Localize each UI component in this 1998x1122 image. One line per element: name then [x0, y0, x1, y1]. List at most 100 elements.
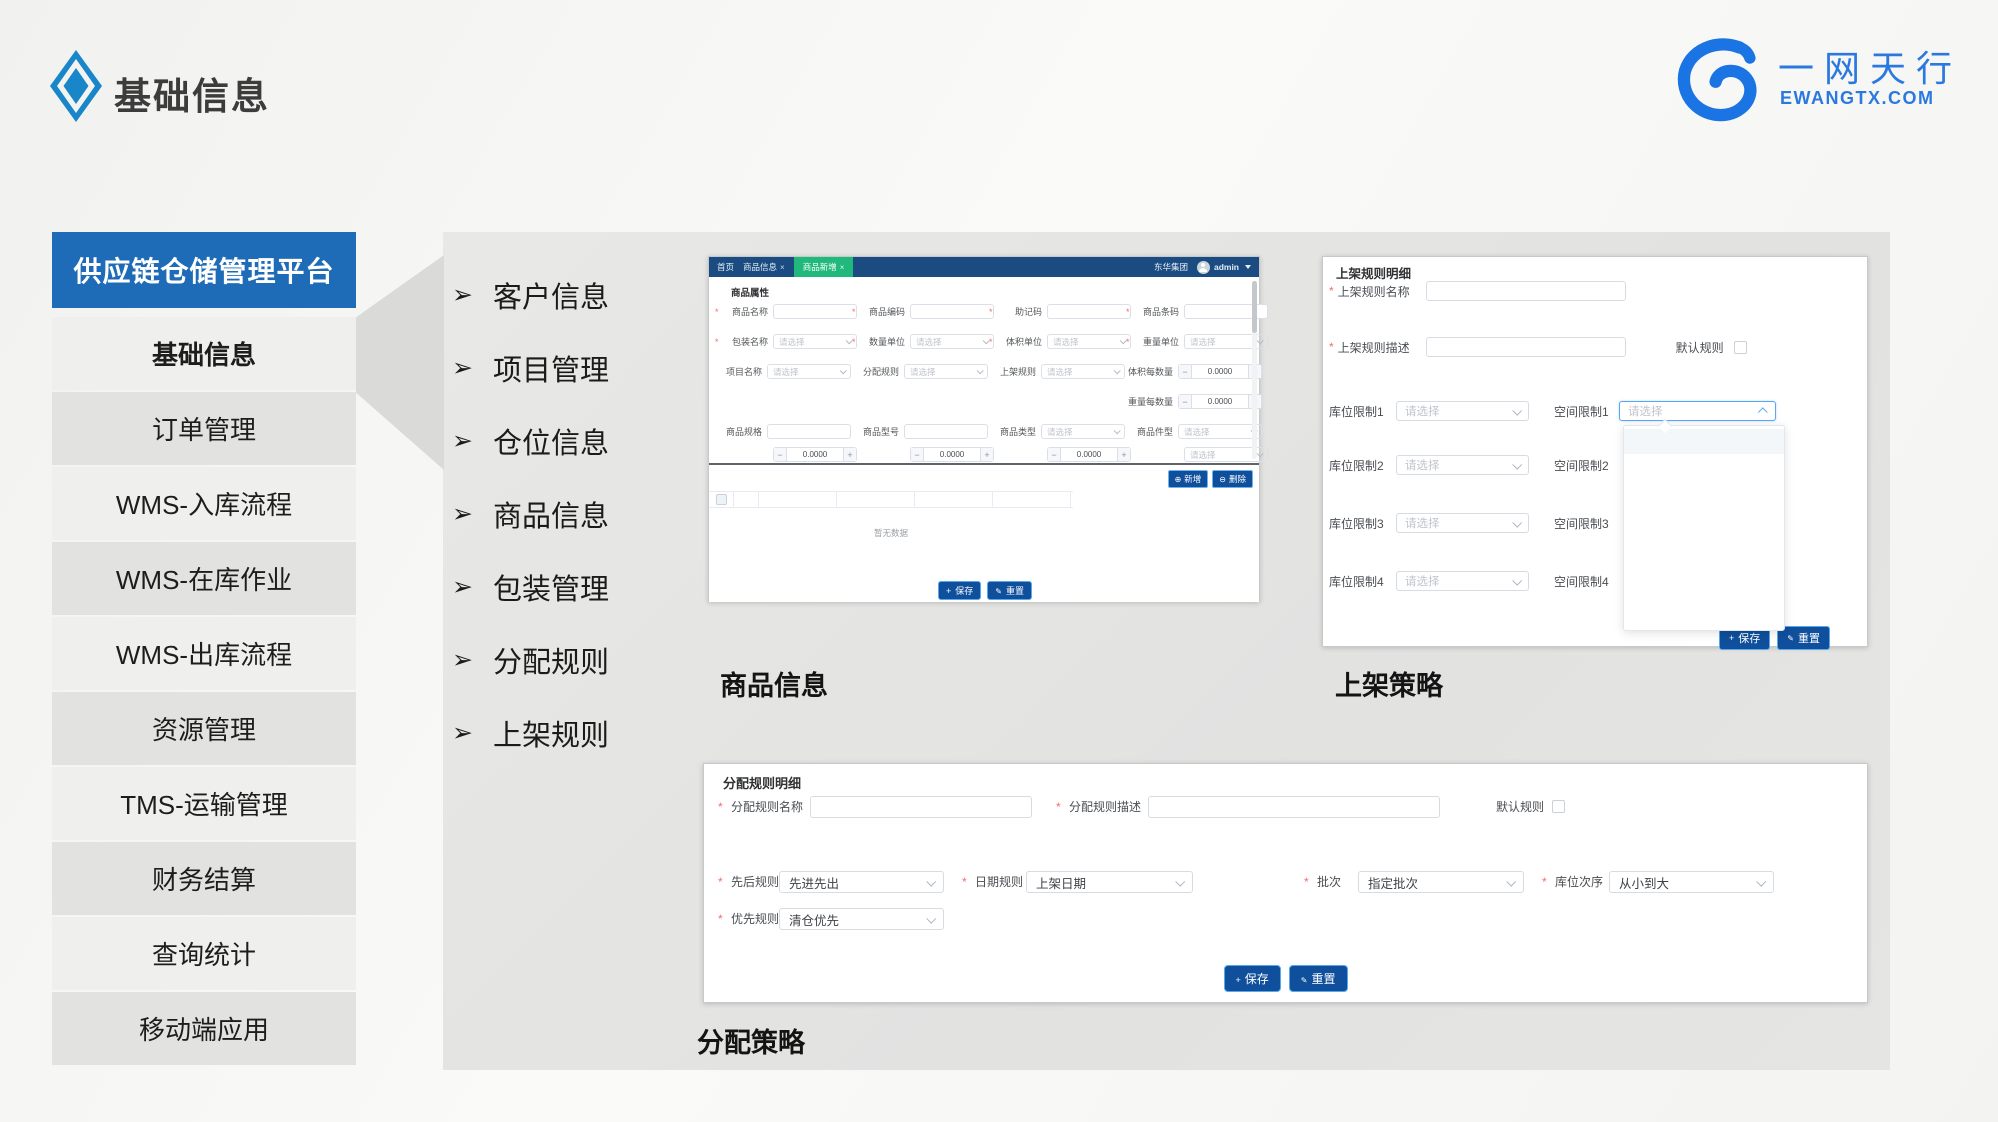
- chevron-down-icon: [1512, 575, 1522, 585]
- dropdown-option[interactable]: [1624, 554, 1784, 579]
- default-rule-checkbox[interactable]: [1552, 800, 1565, 813]
- sidebar-item-label: 移动端应用: [139, 1010, 269, 1047]
- minus-icon[interactable]: −: [1179, 365, 1192, 378]
- text-input[interactable]: [904, 424, 988, 439]
- select-input[interactable]: 请选择: [1047, 334, 1131, 349]
- save-button[interactable]: 保存: [1224, 965, 1281, 992]
- field-label: 体积每数量: [1126, 365, 1173, 378]
- sidebar-item[interactable]: 基础信息: [52, 317, 356, 390]
- save-button[interactable]: 保存: [938, 581, 981, 600]
- user-avatar[interactable]: [1197, 261, 1210, 274]
- menu-item[interactable]: 客户信息: [452, 278, 609, 312]
- dropdown-option[interactable]: [1624, 604, 1784, 629]
- minus-icon[interactable]: −: [1179, 395, 1192, 408]
- priority-rule-select[interactable]: 清仓优先: [779, 908, 944, 930]
- tab-product-info[interactable]: 商品信息: [743, 261, 785, 273]
- field-label: 商品名称: [721, 305, 768, 318]
- text-input[interactable]: [910, 304, 994, 319]
- rule-name-input[interactable]: [1426, 281, 1626, 301]
- menu-item[interactable]: 商品信息: [452, 497, 609, 531]
- location-order-select[interactable]: 从小到大: [1609, 871, 1774, 893]
- select-input[interactable]: 请选择: [1178, 424, 1262, 439]
- text-input[interactable]: [767, 424, 851, 439]
- sidebar-item[interactable]: TMS-运输管理: [52, 767, 356, 840]
- required-asterisk: [718, 796, 723, 818]
- scrollbar[interactable]: [1252, 281, 1257, 459]
- caret-down-icon[interactable]: [1245, 265, 1251, 269]
- menu-item[interactable]: 项目管理: [452, 351, 609, 385]
- field-label: 空间限制4: [1554, 573, 1619, 590]
- sidebar-item[interactable]: WMS-出库流程: [52, 617, 356, 690]
- sidebar-item[interactable]: 订单管理: [52, 392, 356, 465]
- reset-button[interactable]: 重置: [1777, 626, 1830, 650]
- add-row-button[interactable]: 新增: [1168, 470, 1209, 488]
- sidebar-item-label: 订单管理: [152, 410, 256, 447]
- parts-table-panel: 新增 删除 暂无数据 保存: [709, 463, 1259, 602]
- minus-icon[interactable]: −: [774, 448, 787, 461]
- number-stepper[interactable]: − 0.0000 +: [910, 447, 994, 462]
- select-input[interactable]: 请选择: [773, 334, 857, 349]
- field-label: 商品规格: [715, 425, 762, 438]
- username[interactable]: admin: [1214, 262, 1239, 272]
- menu-item[interactable]: 上架规则: [452, 716, 609, 750]
- batch-select[interactable]: 指定批次: [1358, 871, 1524, 893]
- arrow-bullet-icon: [452, 426, 473, 456]
- constraint-row: 库位限制4 请选择 空间限制4: [1323, 571, 1869, 591]
- sidebar-item[interactable]: 财务结算: [52, 842, 356, 915]
- location-limit-select[interactable]: 请选择: [1396, 455, 1529, 475]
- field-label: 数量单位: [858, 335, 905, 348]
- rule-desc-input[interactable]: [1426, 337, 1626, 357]
- number-stepper[interactable]: − 0.0000 +: [1178, 364, 1262, 379]
- select-input[interactable]: 请选择: [767, 364, 851, 379]
- select-all-checkbox[interactable]: [716, 494, 727, 505]
- dropdown-option[interactable]: [1624, 454, 1784, 479]
- alloc-name-input[interactable]: [810, 796, 1032, 818]
- sidebar-item[interactable]: 移动端应用: [52, 992, 356, 1065]
- sidebar-item[interactable]: WMS-在库作业: [52, 542, 356, 615]
- text-input[interactable]: [1047, 304, 1131, 319]
- dropdown-option[interactable]: [1624, 504, 1784, 529]
- order-rule-select[interactable]: 先进先出: [779, 871, 944, 893]
- form-field: 商品编码: [852, 304, 989, 319]
- dropdown-option[interactable]: [1624, 479, 1784, 504]
- nav-home[interactable]: 首页: [717, 261, 734, 273]
- minus-icon[interactable]: −: [911, 448, 924, 461]
- location-limit-select[interactable]: 请选择: [1396, 401, 1529, 421]
- text-input[interactable]: [773, 304, 857, 319]
- reset-button[interactable]: 重置: [987, 581, 1032, 600]
- dropdown-option[interactable]: [1624, 529, 1784, 554]
- reset-button[interactable]: 重置: [1289, 965, 1348, 992]
- field-label: 优先规则: [731, 908, 779, 930]
- menu-item[interactable]: 仓位信息: [452, 424, 609, 458]
- select-input[interactable]: 请选择: [904, 364, 988, 379]
- field-label: 默认规则: [1496, 796, 1544, 818]
- logo-name: 一网天行: [1778, 40, 1962, 92]
- default-rule-checkbox[interactable]: [1734, 341, 1747, 354]
- alloc-desc-input[interactable]: [1148, 796, 1440, 818]
- shelving-rule-screenshot: 上架规则明细 上架规则名称 上架规则描述 默认规则 库位限制1 请选择 空间限制…: [1322, 256, 1868, 647]
- sidebar-item-label: 资源管理: [152, 710, 256, 747]
- tab-product-new[interactable]: 商品新增: [794, 257, 854, 277]
- menu-item[interactable]: 包装管理: [452, 570, 609, 604]
- date-rule-select[interactable]: 上架日期: [1026, 871, 1193, 893]
- select-input[interactable]: 请选择: [1041, 364, 1125, 379]
- sidebar-item[interactable]: WMS-入库流程: [52, 467, 356, 540]
- select-input[interactable]: 请选择: [1041, 424, 1125, 439]
- number-stepper[interactable]: − 0.0000 +: [773, 447, 857, 462]
- location-limit-select[interactable]: 请选择: [1396, 513, 1529, 533]
- select-input[interactable]: 请选择: [910, 334, 994, 349]
- dropdown-option[interactable]: [1624, 579, 1784, 604]
- number-stepper[interactable]: − 0.0000 +: [1178, 394, 1262, 409]
- menu-item[interactable]: 分配规则: [452, 643, 609, 677]
- minus-icon[interactable]: −: [1048, 448, 1061, 461]
- dropdown-option[interactable]: [1624, 429, 1784, 454]
- space-limit-select-open[interactable]: 请选择: [1619, 401, 1776, 421]
- close-icon[interactable]: [840, 262, 845, 272]
- number-stepper[interactable]: − 0.0000 +: [1047, 447, 1131, 462]
- location-limit-select[interactable]: 请选择: [1396, 571, 1529, 591]
- sidebar-item[interactable]: 查询统计: [52, 917, 356, 990]
- sidebar-item[interactable]: 资源管理: [52, 692, 356, 765]
- sidebar-item-label: 财务结算: [152, 860, 256, 897]
- delete-row-button[interactable]: 删除: [1212, 470, 1253, 488]
- close-icon[interactable]: [780, 262, 785, 272]
